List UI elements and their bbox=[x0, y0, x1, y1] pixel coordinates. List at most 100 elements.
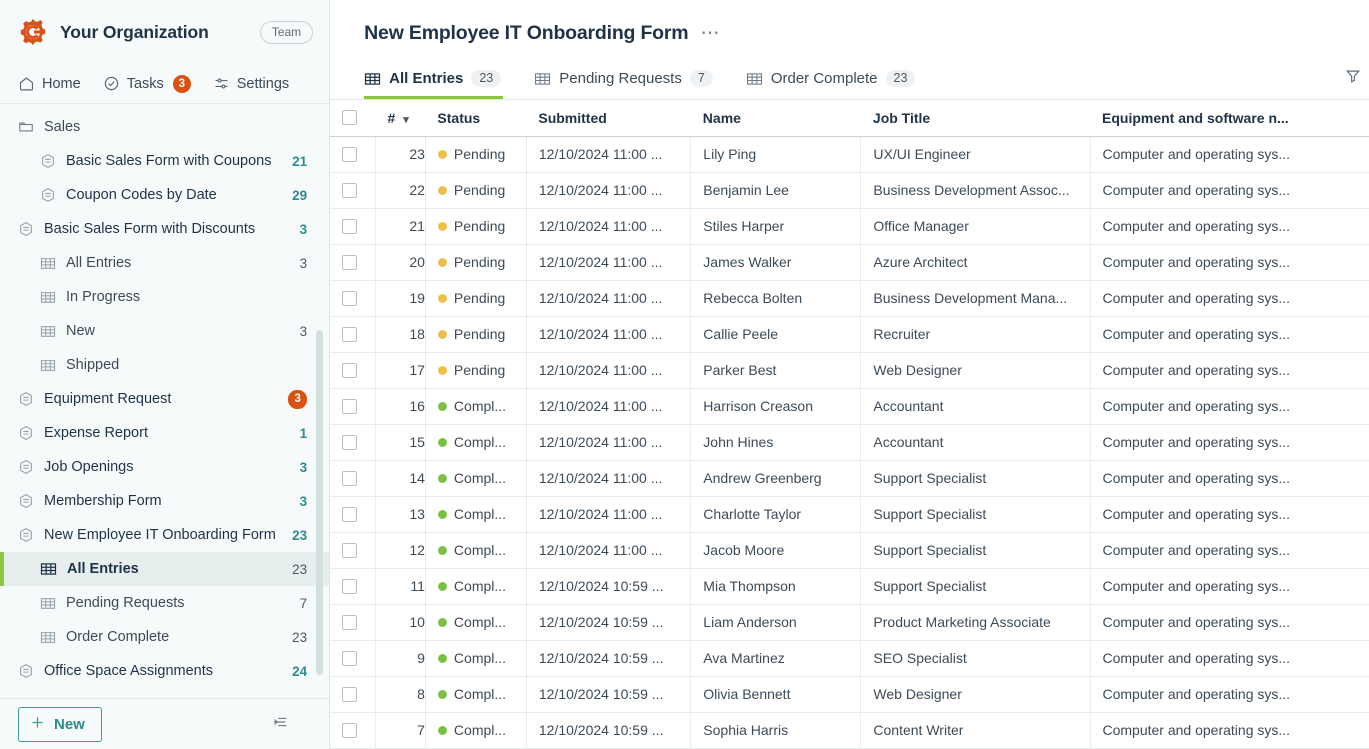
collapse-sidebar-icon[interactable] bbox=[271, 715, 289, 734]
team-badge[interactable]: Team bbox=[259, 20, 314, 44]
table-row[interactable]: 23 Pending 12/10/2024 11:00 ... Lily Ping UX… bbox=[330, 136, 1369, 173]
row-select-cell bbox=[330, 352, 377, 389]
cell-equipment: Computer and operating sys... bbox=[1090, 388, 1369, 425]
form-icon bbox=[18, 663, 34, 679]
tree-item-expense-report[interactable]: Expense Report 1 bbox=[0, 416, 329, 450]
tree-item-label: Pending Requests bbox=[66, 595, 185, 611]
nav-item-tasks[interactable]: Tasks 3 bbox=[103, 74, 191, 93]
row-checkbox[interactable] bbox=[342, 578, 358, 594]
row-checkbox[interactable] bbox=[342, 326, 358, 342]
tab-order-complete[interactable]: Order Complete 23 bbox=[746, 58, 931, 99]
row-checkbox[interactable] bbox=[342, 182, 358, 198]
row-checkbox[interactable] bbox=[342, 722, 358, 738]
check-circle-icon bbox=[103, 75, 120, 92]
table-row[interactable]: 14 Compl... 12/10/2024 11:00 ... Andrew Gre… bbox=[330, 460, 1369, 497]
tree-item-shipped[interactable]: Shipped bbox=[0, 348, 329, 382]
header-rule bbox=[330, 136, 1369, 137]
tree-item-all-entries[interactable]: All Entries 3 bbox=[0, 246, 329, 280]
row-checkbox[interactable] bbox=[342, 254, 358, 270]
col-header-num[interactable]: # ▾ bbox=[375, 100, 426, 137]
col-header-job-title[interactable]: Job Title bbox=[860, 100, 1090, 137]
tree-item-count: 23 bbox=[292, 629, 308, 645]
table-row[interactable]: 7 Compl... 12/10/2024 10:59 ... Sophia Harr… bbox=[330, 712, 1369, 749]
tree-item-all-entries[interactable]: All Entries 23 bbox=[0, 552, 330, 586]
col-header-name[interactable]: Name bbox=[690, 100, 861, 137]
cell-equipment: Computer and operating sys... bbox=[1090, 532, 1369, 569]
status-dot bbox=[437, 653, 447, 663]
cell-status: Compl... bbox=[425, 676, 527, 713]
table-row[interactable]: 13 Compl... 12/10/2024 11:00 ... Charlotte … bbox=[330, 496, 1369, 533]
row-checkbox[interactable] bbox=[342, 542, 358, 558]
tree-item-coupon-codes-by-date[interactable]: Coupon Codes by Date 29 bbox=[0, 178, 329, 212]
cell-num: 19 bbox=[375, 280, 426, 317]
table-row[interactable]: 16 Compl... 12/10/2024 11:00 ... Harrison C… bbox=[330, 388, 1369, 425]
table-row[interactable]: 20 Pending 12/10/2024 11:00 ... James Walke… bbox=[330, 244, 1369, 281]
cell-submitted: 12/10/2024 10:59 ... bbox=[526, 604, 692, 641]
folder-icon bbox=[18, 119, 34, 135]
table-row[interactable]: 12 Compl... 12/10/2024 11:00 ... Jacob Moor… bbox=[330, 532, 1369, 569]
cell-equipment: Computer and operating sys... bbox=[1090, 604, 1369, 641]
chevron-down-icon[interactable]: ▾ bbox=[399, 114, 409, 126]
row-checkbox[interactable] bbox=[342, 290, 358, 306]
cell-submitted: 12/10/2024 11:00 ... bbox=[526, 136, 692, 173]
cell-submitted: 12/10/2024 11:00 ... bbox=[526, 532, 692, 569]
tree-item-equipment-request[interactable]: Equipment Request 3 bbox=[0, 382, 329, 416]
tree-item-count: 24 bbox=[292, 663, 308, 679]
table-row[interactable]: 8 Compl... 12/10/2024 10:59 ... Olivia Benn… bbox=[330, 676, 1369, 713]
row-checkbox[interactable] bbox=[342, 146, 358, 162]
table-row[interactable]: 19 Pending 12/10/2024 11:00 ... Rebecca Bol… bbox=[330, 280, 1369, 317]
row-checkbox[interactable] bbox=[342, 434, 358, 450]
cell-equipment: Computer and operating sys... bbox=[1090, 640, 1369, 677]
row-checkbox[interactable] bbox=[342, 686, 358, 702]
table-row[interactable]: 10 Compl... 12/10/2024 10:59 ... Liam Ander… bbox=[330, 604, 1369, 641]
table-row[interactable]: 15 Compl... 12/10/2024 11:00 ... John Hines… bbox=[330, 424, 1369, 461]
row-checkbox[interactable] bbox=[342, 218, 358, 234]
tree-item-office-space-assignments[interactable]: Office Space Assignments 24 bbox=[0, 654, 329, 688]
row-checkbox[interactable] bbox=[342, 614, 358, 630]
tree-item-new-employee-it-onboarding-form[interactable]: New Employee IT Onboarding Form 23 bbox=[0, 518, 329, 552]
select-all-checkbox[interactable] bbox=[342, 110, 358, 126]
ellipsis-icon[interactable]: ⋯ bbox=[700, 24, 721, 43]
tree-item-basic-sales-form-with-coupons[interactable]: Basic Sales Form with Coupons 21 bbox=[0, 144, 329, 178]
table-row[interactable]: 18 Pending 12/10/2024 11:00 ... Callie Peel… bbox=[330, 316, 1369, 353]
row-checkbox[interactable] bbox=[342, 470, 358, 486]
row-select-cell bbox=[330, 568, 377, 605]
table-row[interactable]: 17 Pending 12/10/2024 11:00 ... Parker Best… bbox=[330, 352, 1369, 389]
tree-item-membership-form[interactable]: Membership Form 3 bbox=[0, 484, 329, 518]
new-button[interactable]: New bbox=[18, 706, 102, 742]
sidebar-scrollbar[interactable] bbox=[316, 330, 324, 675]
table-row[interactable]: 11 Compl... 12/10/2024 10:59 ... Mia Thomps… bbox=[330, 568, 1369, 605]
row-checkbox[interactable] bbox=[342, 398, 358, 414]
row-checkbox[interactable] bbox=[342, 506, 358, 522]
tree-item-order-complete[interactable]: Order Complete 23 bbox=[0, 620, 329, 654]
row-select-cell bbox=[330, 388, 377, 425]
page-title: New Employee IT Onboarding Form bbox=[364, 21, 689, 44]
col-header-submitted[interactable]: Submitted bbox=[526, 100, 691, 137]
tree-item-sales[interactable]: Sales bbox=[0, 110, 329, 144]
cell-submitted: 12/10/2024 10:59 ... bbox=[526, 676, 692, 713]
col-header-equipment[interactable]: Equipment and software n... bbox=[1090, 100, 1369, 137]
cell-equipment: Computer and operating sys... bbox=[1090, 280, 1369, 317]
tree-item-in-progress[interactable]: In Progress bbox=[0, 280, 329, 314]
table-row[interactable]: 9 Compl... 12/10/2024 10:59 ... Ava Martine… bbox=[330, 640, 1369, 677]
tree-item-basic-sales-form-with-discounts[interactable]: Basic Sales Form with Discounts 3 bbox=[0, 212, 329, 246]
row-select-cell bbox=[330, 496, 377, 533]
cell-num: 22 bbox=[375, 172, 426, 209]
tree-item-label: Office Space Assignments bbox=[44, 663, 213, 679]
nav-item-settings[interactable]: Settings bbox=[213, 75, 289, 92]
table-row[interactable]: 22 Pending 12/10/2024 11:00 ... Benjamin Le… bbox=[330, 172, 1369, 209]
tree-item-pending-requests[interactable]: Pending Requests 7 bbox=[0, 586, 329, 620]
cell-status: Pending bbox=[425, 136, 527, 173]
filter-button[interactable]: Filter bbox=[1334, 63, 1369, 93]
tab-pending-requests[interactable]: Pending Requests 7 bbox=[534, 58, 728, 99]
tab-all-entries[interactable]: All Entries 23 bbox=[364, 58, 516, 99]
tree-item-job-openings[interactable]: Job Openings 3 bbox=[0, 450, 329, 484]
col-header-status[interactable]: Status bbox=[425, 100, 527, 137]
row-checkbox[interactable] bbox=[342, 650, 358, 666]
table-icon bbox=[40, 630, 56, 645]
tree-item-new[interactable]: New 3 bbox=[0, 314, 329, 348]
nav-item-home[interactable]: Home bbox=[18, 75, 81, 92]
table-row[interactable]: 21 Pending 12/10/2024 11:00 ... Stiles Harp… bbox=[330, 208, 1369, 245]
tree-item-label: Equipment Request bbox=[44, 391, 172, 407]
row-checkbox[interactable] bbox=[342, 362, 358, 378]
